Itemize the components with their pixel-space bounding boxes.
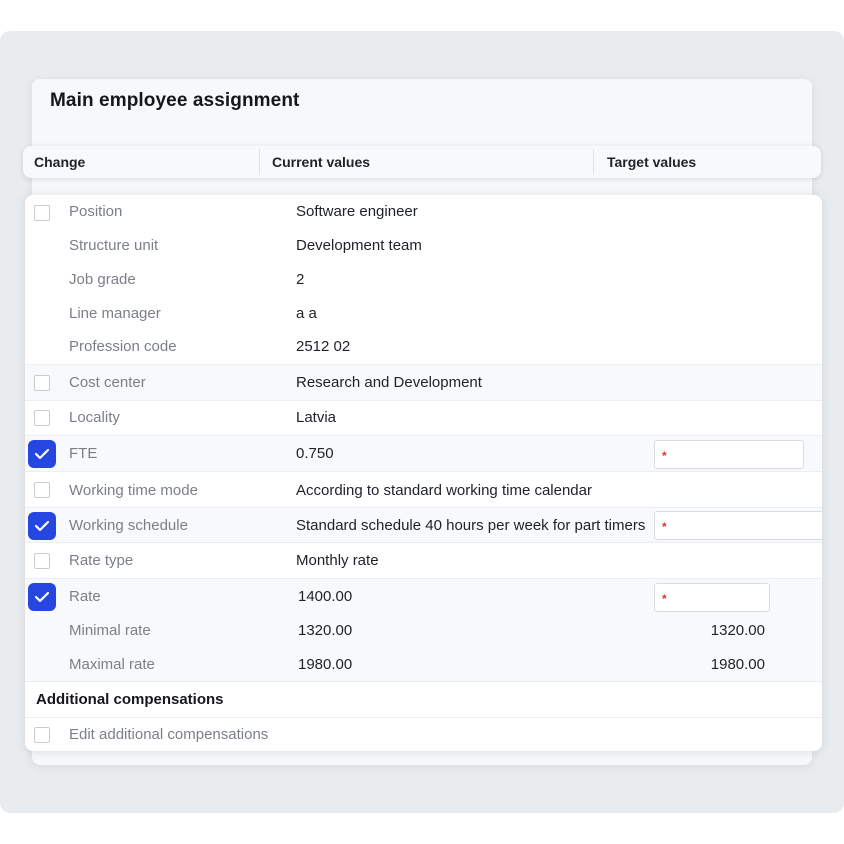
column-header-change: Change [34,154,86,170]
rate-target-input[interactable]: * [654,583,770,612]
field-label: Position [69,203,123,220]
table-row: Working time mode According to standard … [25,471,822,507]
position-group: Position Software engineer Structure uni… [25,195,822,364]
field-label: Job grade [69,271,136,288]
changes-table: Position Software engineer Structure uni… [25,195,822,751]
current-value: 2 [296,271,305,288]
current-value: Standard schedule 40 hours per week for … [296,517,646,534]
field-label: Line manager [69,305,161,322]
locality-checkbox[interactable] [34,410,50,426]
rate-group: Rate 1400.00 * Minimal rate 1320.00 1320… [25,578,822,681]
field-label: FTE [69,445,98,462]
field-label: Maximal rate [69,656,155,673]
rate-checkbox[interactable] [28,583,56,611]
table-row: Edit additional compensations [25,717,822,751]
current-value: a a [296,305,317,322]
required-marker: * [662,520,667,534]
required-marker: * [662,592,667,606]
current-value: According to standard working time calen… [296,482,592,499]
position-checkbox[interactable] [34,205,50,221]
field-label: Working schedule [69,517,188,534]
page-title: Main employee assignment [50,90,300,111]
field-label: Rate type [69,552,134,569]
field-label: Minimal rate [69,622,151,639]
rate-type-checkbox[interactable] [34,553,50,569]
column-divider [593,149,594,175]
table-row: Working schedule Standard schedule 40 ho… [25,507,822,542]
table-row: Locality Latvia [25,400,822,435]
required-marker: * [662,449,667,463]
column-header-current: Current values [272,154,371,170]
column-header-target: Target values [607,154,697,170]
current-value: Monthly rate [296,552,379,569]
working-schedule-checkbox[interactable] [28,512,56,540]
current-value: 0.750 [296,445,334,462]
current-value: Development team [296,237,422,254]
field-label: Structure unit [69,237,159,254]
column-divider [259,149,260,175]
current-value: 1400.00 [298,588,353,605]
checkmark-icon [34,591,50,603]
checkmark-icon [34,448,50,460]
table-row: FTE 0.750 * [25,435,822,471]
additional-compensations-title: Additional compensations [36,691,224,708]
target-value: 1980.00 [710,656,765,673]
fte-checkbox[interactable] [28,440,56,468]
field-label: Cost center [69,374,146,391]
target-value: 1320.00 [710,622,765,639]
table-row: Rate type Monthly rate [25,542,822,578]
current-value: Software engineer [296,203,418,220]
working-time-mode-checkbox[interactable] [34,482,50,498]
current-value: 1320.00 [298,622,353,639]
field-label: Edit additional compensations [69,726,269,743]
field-label: Rate [69,588,101,605]
current-value: 1980.00 [298,656,353,673]
table-row: Cost center Research and Development [25,364,822,400]
current-value: Latvia [296,409,337,426]
working-schedule-target-input[interactable]: * [654,511,822,540]
current-value: Research and Development [296,374,482,391]
field-label: Locality [69,409,120,426]
section-header: Additional compensations [25,681,822,717]
current-value: 2512 02 [296,338,351,355]
edit-compensations-checkbox[interactable] [34,727,50,743]
table-header: Change Current values Target values [23,146,821,178]
field-label: Working time mode [69,482,198,499]
checkmark-icon [34,520,50,532]
fte-target-input[interactable]: * [654,440,804,469]
cost-center-checkbox[interactable] [34,375,50,391]
field-label: Profession code [69,338,177,355]
